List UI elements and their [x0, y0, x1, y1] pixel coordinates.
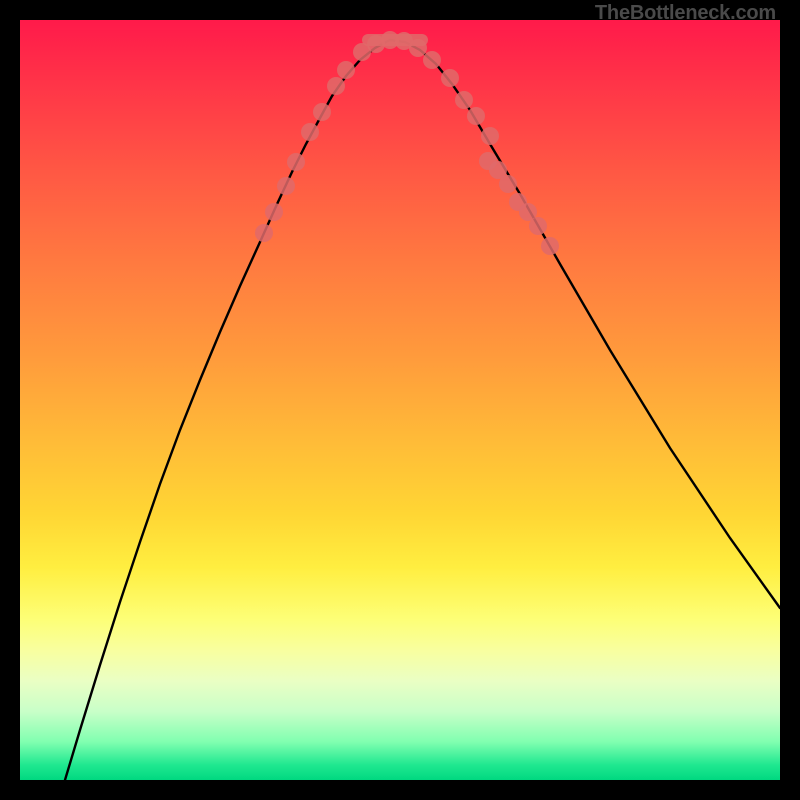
- marker-dot: [499, 175, 517, 193]
- marker-dot: [409, 39, 427, 57]
- curve-layer: [20, 20, 780, 780]
- plot-area: [20, 20, 780, 780]
- marker-dot: [301, 123, 319, 141]
- marker-dot: [265, 203, 283, 221]
- watermark-text: TheBottleneck.com: [595, 2, 776, 25]
- marker-dot: [255, 224, 273, 242]
- marker-dot: [277, 177, 295, 195]
- marker-dot: [423, 51, 441, 69]
- marker-dot: [541, 237, 559, 255]
- marker-dot: [481, 127, 499, 145]
- chart-frame: TheBottleneck.com: [0, 0, 800, 800]
- marker-dot: [337, 61, 355, 79]
- marker-dot: [529, 217, 547, 235]
- marker-dot: [313, 103, 331, 121]
- marker-group: [255, 31, 559, 255]
- marker-dot: [327, 77, 345, 95]
- marker-dot: [287, 153, 305, 171]
- marker-dot: [455, 91, 473, 109]
- bottleneck-curve: [65, 40, 780, 780]
- marker-dot: [467, 107, 485, 125]
- marker-dot: [441, 69, 459, 87]
